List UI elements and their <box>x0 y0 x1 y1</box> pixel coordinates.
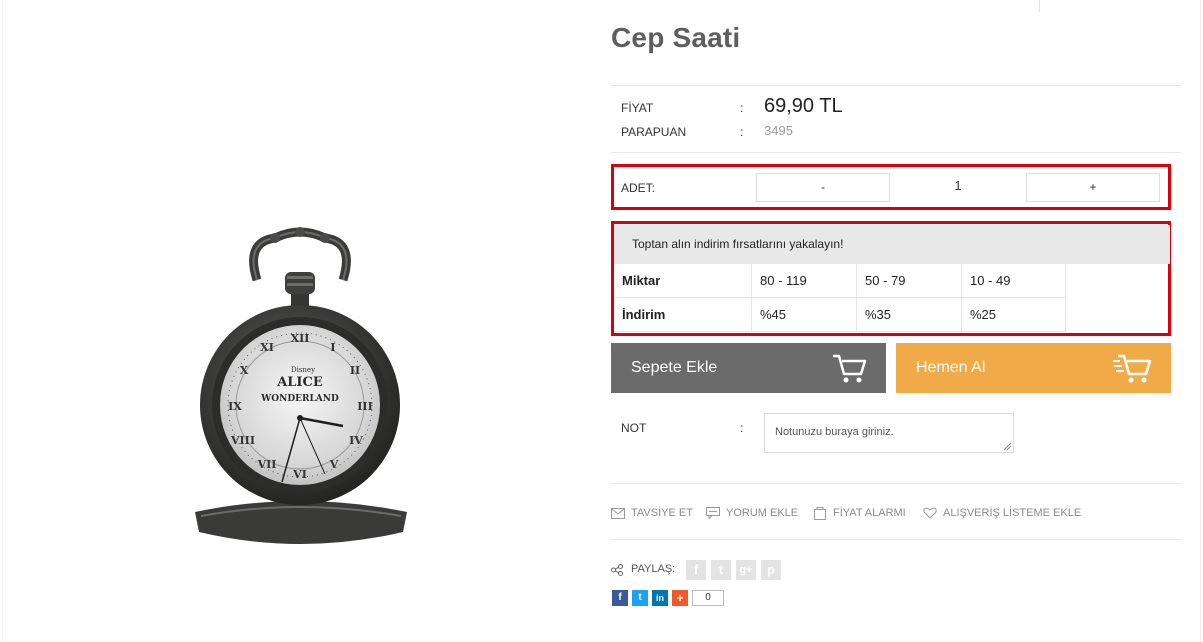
twitter-share-icon[interactable]: t <box>711 560 731 580</box>
fast-cart-icon <box>1113 354 1152 383</box>
divider <box>611 539 1181 540</box>
table-cell-quantity: 10 - 49 <box>962 264 1066 298</box>
price-value: 69,90 TL <box>764 95 843 117</box>
price-tag-icon <box>814 506 826 520</box>
price-alarm-label: FİYAT ALARMI <box>833 507 906 519</box>
svg-text:VI: VI <box>292 468 307 481</box>
divider <box>611 85 1181 86</box>
resize-handle-icon[interactable] <box>1003 442 1012 451</box>
add-comment-link[interactable]: YORUM EKLE <box>706 505 798 521</box>
svg-text:VII: VII <box>257 458 277 471</box>
divider <box>611 152 1181 153</box>
wishlist-label: ALIŞVERİŞ LİSTEME EKLE <box>943 507 1082 519</box>
quantity-decrease-button[interactable]: - <box>756 173 890 202</box>
svg-text:III: III <box>357 400 372 413</box>
quantity-input[interactable]: 1 <box>930 178 986 193</box>
page-border-right <box>1200 0 1201 642</box>
note-colon: : <box>740 421 744 435</box>
note-label: NOT <box>621 421 647 435</box>
share-label: PAYLAŞ: <box>631 563 676 575</box>
points-label: PARAPUAN <box>621 125 687 139</box>
buy-now-button[interactable]: Hemen Al <box>896 343 1171 393</box>
add-to-cart-button[interactable]: Sepete Ekle <box>611 343 886 393</box>
wholesale-heading: Toptan alın indirim fırsatlarını yakalay… <box>632 237 844 251</box>
table-cell-discount: %45 <box>752 298 857 332</box>
svg-text:XII: XII <box>291 332 310 345</box>
svg-text:I: I <box>330 341 335 354</box>
header-divider <box>1039 0 1040 12</box>
buy-now-label: Hemen Al <box>916 359 986 376</box>
product-title: Cep Saati <box>611 22 741 53</box>
facebook-share-icon[interactable]: f <box>686 560 706 580</box>
envelope-icon <box>611 507 625 519</box>
svg-text:X: X <box>240 364 249 377</box>
table-cell-quantity: 50 - 79 <box>857 264 962 298</box>
heart-icon <box>923 507 937 519</box>
svg-text:V: V <box>329 458 339 471</box>
points-value: 3495 <box>764 123 793 138</box>
pinterest-share-icon[interactable]: p <box>761 560 781 580</box>
pocket-watch-illustration: XII I II III IV V VI VII VIII IX X XI Di… <box>195 227 407 544</box>
note-textarea[interactable] <box>764 413 1014 453</box>
table-row-label: İndirim <box>614 298 752 332</box>
divider <box>611 483 1181 484</box>
page-border-left <box>2 0 3 642</box>
table-cell-discount: %35 <box>857 298 962 332</box>
price-label: FİYAT <box>621 101 654 115</box>
table-cell-discount: %25 <box>962 298 1066 332</box>
logo-subtitle-text: WONDERLAND <box>260 394 339 404</box>
wholesale-header: Toptan alın indirim fırsatlarını yakalay… <box>614 225 1170 264</box>
logo-title-text: ALICE <box>276 375 323 390</box>
quantity-label: ADET: <box>621 181 656 195</box>
comment-icon <box>706 507 720 519</box>
cart-icon <box>833 354 867 383</box>
recommend-label: TAVSİYE ET <box>631 507 693 519</box>
twitter-icon[interactable]: t <box>632 590 648 606</box>
share-count-badge: 0 <box>692 590 724 606</box>
add-to-cart-label: Sepete Ekle <box>631 359 718 376</box>
price-alarm-link[interactable]: FİYAT ALARMI <box>814 505 906 521</box>
logo-brand-text: Disney <box>291 366 315 374</box>
price-colon: : <box>740 101 744 115</box>
table-cell-quantity: 80 - 119 <box>752 264 857 298</box>
quantity-increase-button[interactable]: + <box>1026 173 1160 202</box>
svg-text:IV: IV <box>349 434 363 447</box>
points-colon: : <box>740 125 744 139</box>
recommend-link[interactable]: TAVSİYE ET <box>611 505 693 521</box>
svg-text:IX: IX <box>228 400 242 413</box>
table-row-label: Miktar <box>614 264 752 298</box>
google-plus-share-icon[interactable]: g+ <box>736 560 756 580</box>
addthis-plus-icon[interactable]: + <box>672 590 688 606</box>
svg-text:XI: XI <box>260 341 274 354</box>
add-comment-label: YORUM EKLE <box>726 507 799 519</box>
share-icon <box>611 564 623 576</box>
svg-text:VIII: VIII <box>230 434 255 447</box>
facebook-icon[interactable]: f <box>612 590 628 606</box>
wishlist-link[interactable]: ALIŞVERİŞ LİSTEME EKLE <box>923 505 1081 521</box>
product-image[interactable]: XII I II III IV V VI VII VIII IX X XI Di… <box>175 220 425 570</box>
svg-text:II: II <box>350 364 360 377</box>
linkedin-icon[interactable]: in <box>652 590 668 606</box>
